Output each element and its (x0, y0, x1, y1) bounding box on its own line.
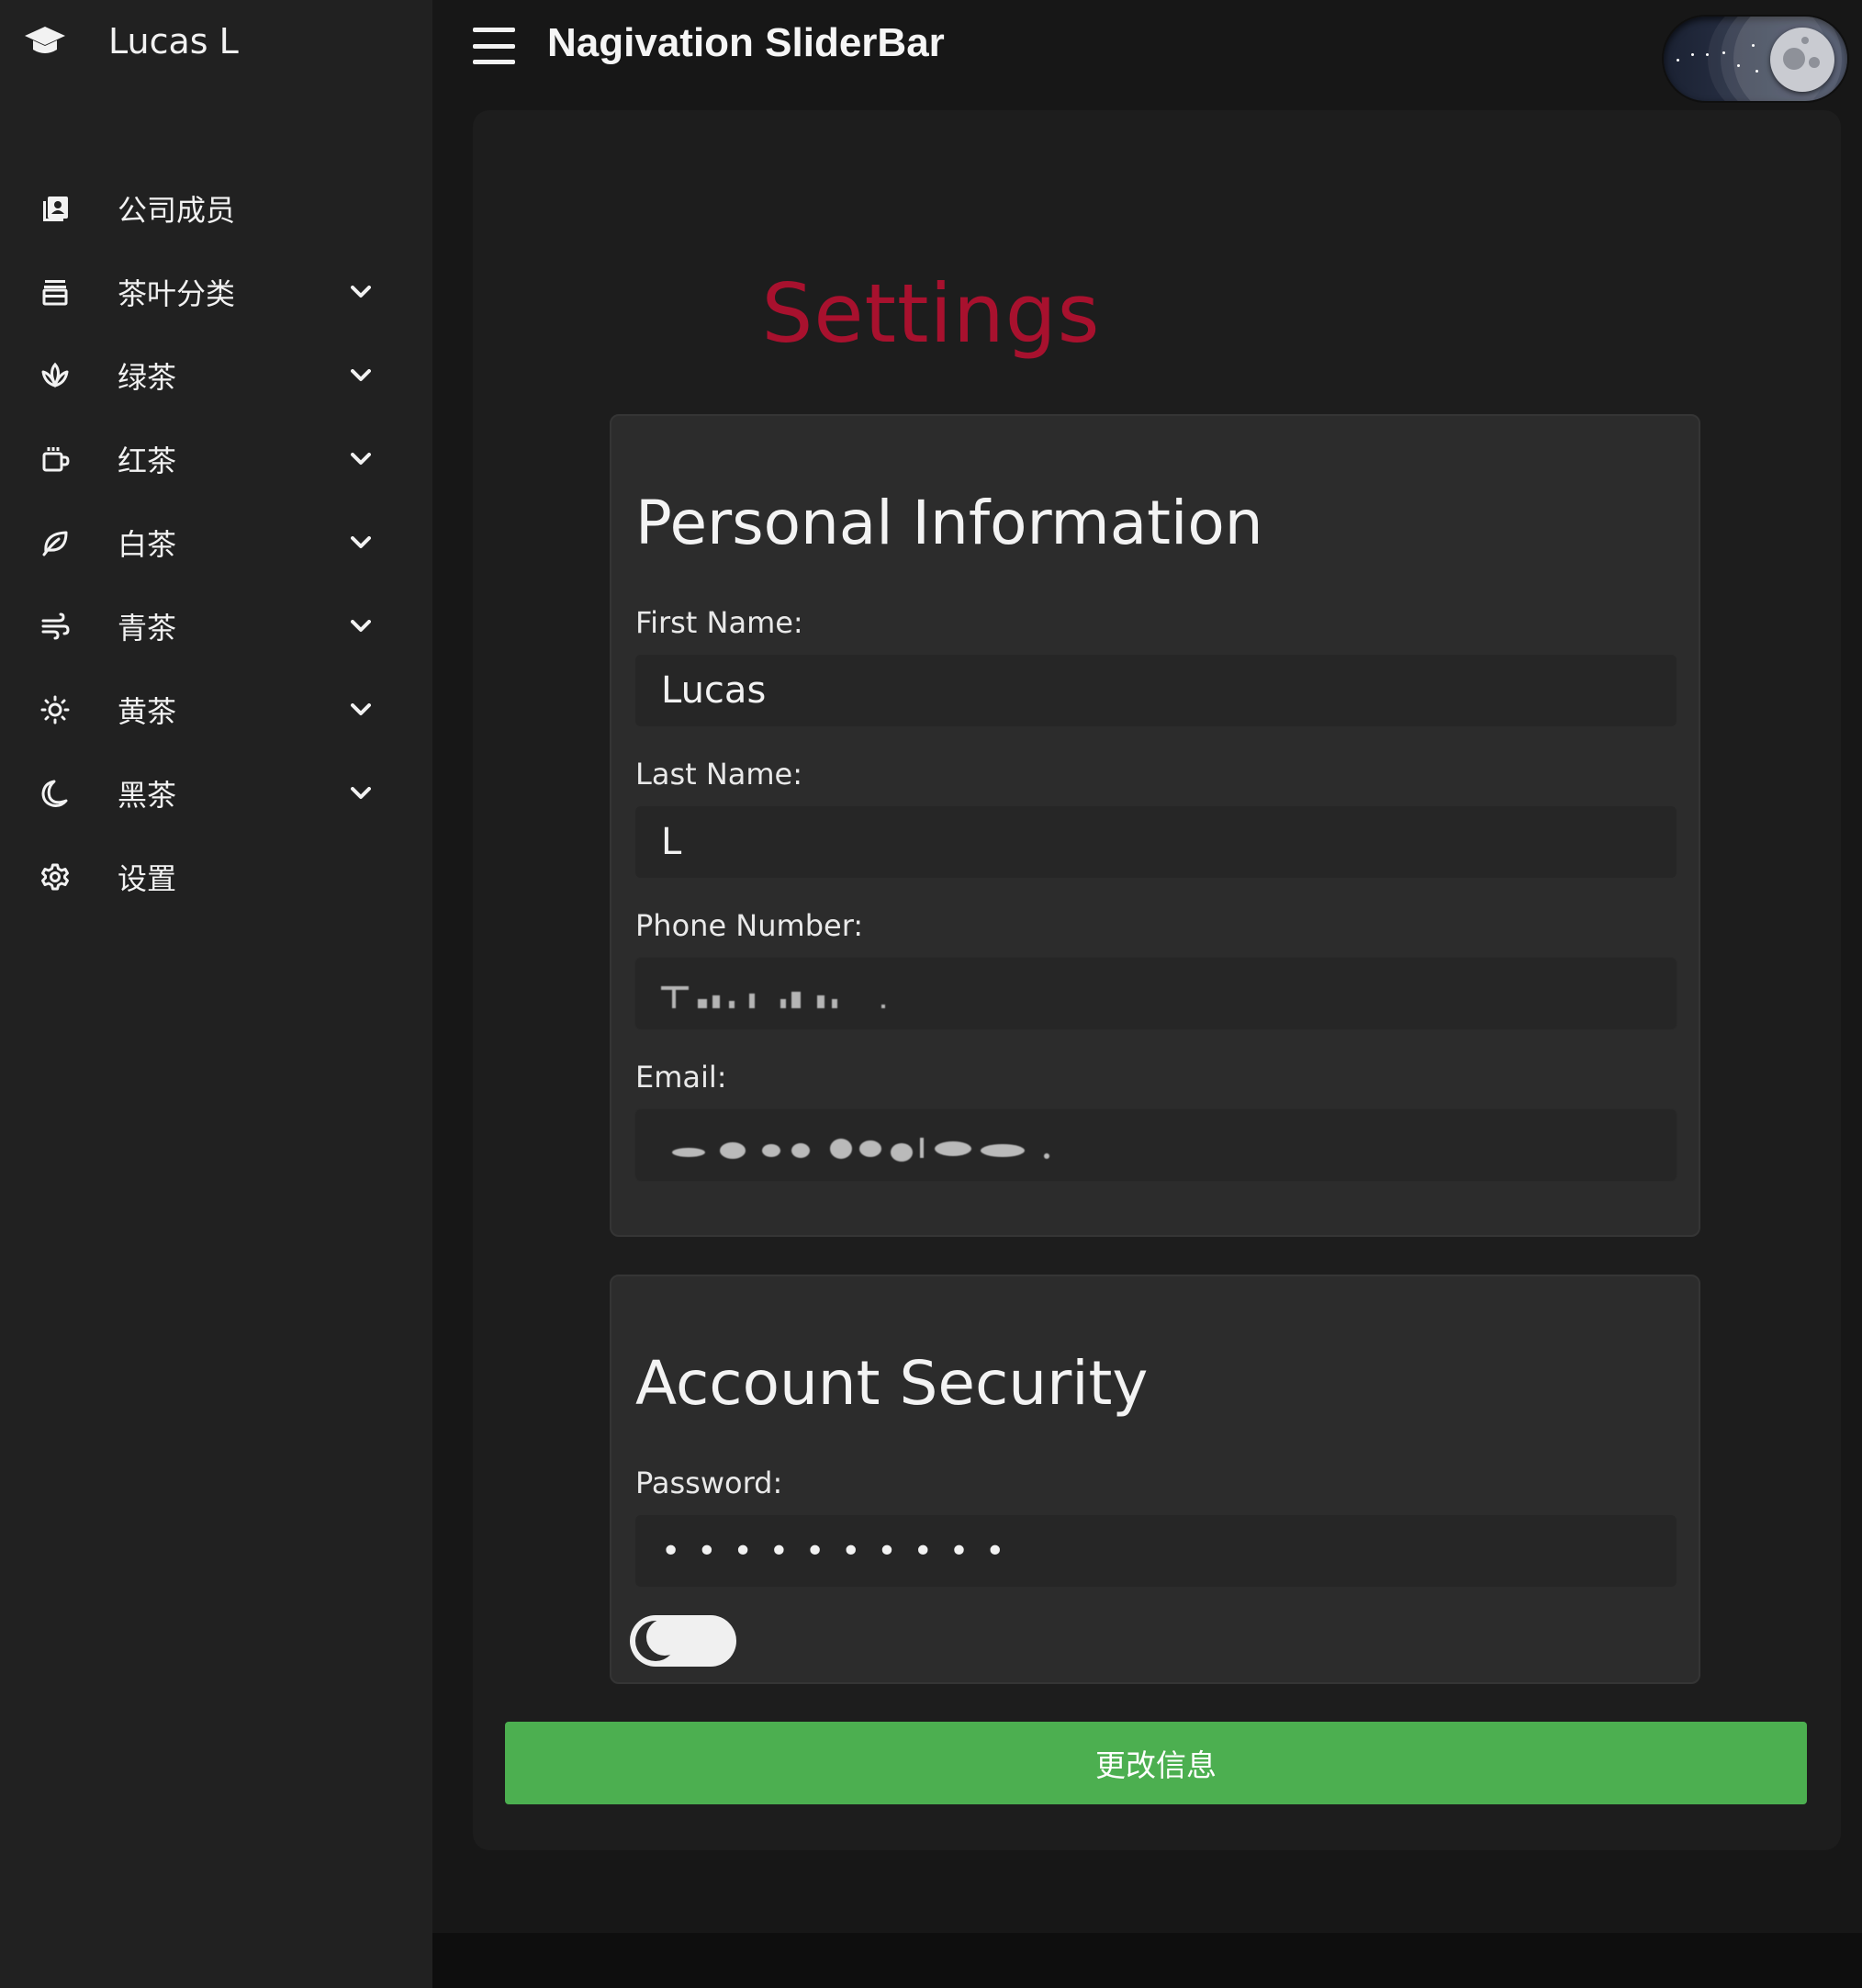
sidebar-item-oolong-tea[interactable]: 青茶 (0, 584, 432, 668)
chevron-down-icon[interactable] (347, 362, 375, 389)
sidebar-item-white-tea[interactable]: 白茶 (0, 500, 432, 584)
redacted-phone-value (661, 986, 885, 1008)
sun-icon (39, 693, 72, 726)
lotus-icon (39, 359, 72, 392)
user-name: Lucas L (108, 21, 239, 62)
moon-knob-icon (1770, 28, 1834, 92)
wind-icon (39, 610, 72, 643)
sidebar-item-label: 红茶 (118, 443, 177, 478)
mug-icon (39, 443, 72, 476)
password-label: Password: (635, 1466, 783, 1500)
last-name-label: Last Name: (635, 757, 803, 792)
graduation-cap-icon (23, 23, 67, 60)
password-visibility-toggle[interactable] (630, 1615, 736, 1667)
sidebar-item-label: 黄茶 (118, 693, 177, 729)
first-name-label: First Name: (635, 605, 803, 640)
brand: Lucas L (23, 18, 239, 64)
sidebar-item-settings[interactable]: 设置 (0, 835, 432, 918)
sidebar-item-label: 设置 (118, 860, 177, 896)
personal-information-heading: Personal Information (635, 488, 1263, 558)
redacted-email-value (672, 1138, 1049, 1162)
password-value: •••••••••• (661, 1532, 1022, 1570)
sidebar-item-label: 白茶 (118, 526, 177, 562)
sidebar-item-dark-tea[interactable]: 黑茶 (0, 751, 432, 835)
personal-information-card: Personal Information First Name: Lucas L… (610, 414, 1700, 1237)
leaf-icon (39, 526, 72, 559)
email-label: Email: (635, 1060, 727, 1095)
phone-number-label: Phone Number: (635, 908, 864, 943)
sidebar-item-label: 公司成员 (118, 192, 236, 228)
hamburger-menu-icon[interactable] (473, 28, 515, 64)
chevron-down-icon[interactable] (347, 696, 375, 724)
update-info-button[interactable]: 更改信息 (505, 1722, 1807, 1804)
password-field[interactable]: •••••••••• (635, 1515, 1677, 1587)
app-title: Nagivation SliderBar (547, 20, 945, 65)
theme-toggle-switch[interactable] (1664, 17, 1847, 101)
chevron-down-icon[interactable] (347, 612, 375, 640)
bottom-bar (432, 1933, 1862, 1988)
account-security-card: Account Security Password: •••••••••• (610, 1275, 1700, 1684)
gear-icon (39, 860, 72, 893)
chevron-down-icon[interactable] (347, 780, 375, 807)
sidebar-item-label: 青茶 (118, 610, 177, 646)
sidebar-item-black-tea[interactable]: 红茶 (0, 417, 432, 500)
sidebar-item-label: 黑茶 (118, 777, 177, 813)
contact-book-icon (39, 192, 72, 225)
sidebar-item-yellow-tea[interactable]: 黄茶 (0, 668, 432, 751)
email-field[interactable] (635, 1109, 1677, 1181)
page-title: Settings (761, 266, 1101, 361)
first-name-value: Lucas (661, 669, 767, 712)
chevron-down-icon[interactable] (347, 529, 375, 556)
first-name-field[interactable]: Lucas (635, 655, 1677, 726)
moon-icon (635, 1619, 683, 1661)
sidebar-item-members[interactable]: 公司成员 (0, 166, 432, 250)
moon-icon (39, 777, 72, 810)
last-name-field[interactable]: L (635, 806, 1677, 878)
chevron-down-icon[interactable] (347, 445, 375, 473)
account-security-heading: Account Security (635, 1348, 1149, 1419)
last-name-value: L (661, 821, 682, 863)
phone-number-field[interactable] (635, 958, 1677, 1029)
